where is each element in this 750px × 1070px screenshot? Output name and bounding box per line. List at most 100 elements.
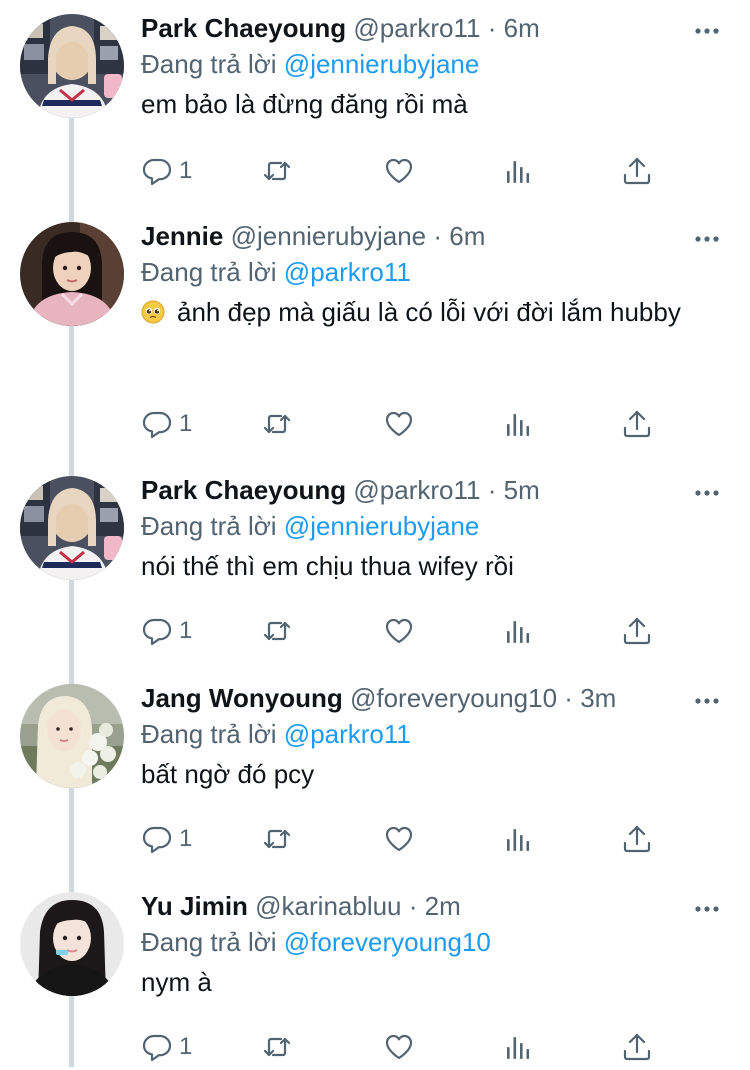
reply-icon: [141, 615, 173, 647]
avatar[interactable]: [20, 476, 124, 580]
retweet-button[interactable]: [261, 822, 293, 856]
time-separator: ·: [487, 475, 497, 505]
replying-to-mention[interactable]: @jennierubyjane: [284, 49, 480, 79]
replying-to-mention[interactable]: @jennierubyjane: [284, 511, 480, 541]
heart-icon: [383, 823, 415, 855]
replying-to-label: Đang trả lời: [141, 511, 277, 541]
share-button[interactable]: [621, 1030, 653, 1064]
timestamp[interactable]: 3m: [580, 683, 616, 713]
avatar[interactable]: [20, 14, 124, 118]
tweet-text-content: ảnh đẹp mà giấu là có lỗi với đời lắm hu…: [177, 297, 681, 327]
replying-to-label: Đang trả lời: [141, 49, 277, 79]
views-button[interactable]: [503, 154, 535, 188]
views-button[interactable]: [503, 614, 535, 648]
tweet-text-content: bất ngờ đó pcy: [141, 759, 315, 789]
reply-count: 1: [179, 157, 193, 184]
views-button[interactable]: [503, 822, 535, 856]
reply-count: 1: [179, 825, 193, 852]
display-name[interactable]: Park Chaeyoung: [141, 475, 346, 505]
reply-tweet[interactable]: Jennie @jennierubyjane · 6m Đang trả lời …: [0, 219, 750, 447]
tweet-text: ảnh đẹp mà giấu là có lỗi với đời lắm hu…: [141, 294, 701, 330]
more-dots-icon[interactable]: [694, 226, 720, 252]
user-handle[interactable]: @jennierubyjane: [231, 221, 427, 251]
views-chart-icon: [503, 1031, 535, 1063]
display-name[interactable]: Yu Jimin: [141, 891, 248, 921]
more-dots-icon[interactable]: [694, 18, 720, 44]
timestamp[interactable]: 2m: [425, 891, 461, 921]
timestamp[interactable]: 6m: [504, 13, 540, 43]
time-separator: ·: [433, 221, 443, 251]
reply-count: 1: [179, 1033, 193, 1060]
tweet-header: Yu Jimin @karinabluu · 2m: [141, 889, 461, 923]
reply-button[interactable]: 1: [141, 614, 192, 648]
share-icon: [621, 615, 653, 647]
display-name[interactable]: Park Chaeyoung: [141, 13, 346, 43]
reply-button[interactable]: 1: [141, 154, 192, 188]
timestamp[interactable]: 5m: [504, 475, 540, 505]
tweet-actions: 1: [141, 822, 701, 856]
pleading-face-emoji-icon: [141, 297, 165, 324]
like-button[interactable]: [383, 154, 415, 188]
replying-to-mention[interactable]: @parkro11: [284, 257, 411, 287]
reply-tweet[interactable]: Park Chaeyoung @parkro11 · 6m Đang trả lờ…: [0, 11, 750, 194]
retweet-button[interactable]: [261, 1030, 293, 1064]
retweet-button[interactable]: [261, 614, 293, 648]
timestamp[interactable]: 6m: [449, 221, 485, 251]
display-name[interactable]: Jang Wonyoung: [141, 683, 343, 713]
like-button[interactable]: [383, 614, 415, 648]
replying-to-label: Đang trả lời: [141, 257, 277, 287]
more-dots-icon[interactable]: [694, 688, 720, 714]
reply-button[interactable]: 1: [141, 822, 192, 856]
avatar[interactable]: [20, 892, 124, 996]
views-button[interactable]: [503, 1030, 535, 1064]
share-button[interactable]: [621, 822, 653, 856]
time-separator: ·: [487, 13, 497, 43]
tweet-header: Park Chaeyoung @parkro11 · 5m: [141, 473, 540, 507]
replying-to-label: Đang trả lời: [141, 927, 277, 957]
retweet-icon: [261, 823, 293, 855]
reply-tweet[interactable]: Jang Wonyoung @foreveryoung10 · 3m Đang t…: [0, 681, 750, 862]
share-button[interactable]: [621, 407, 653, 441]
views-button[interactable]: [503, 407, 535, 441]
replying-to: Đang trả lời @foreveryoung10: [141, 925, 491, 959]
share-button[interactable]: [621, 154, 653, 188]
replying-to-label: Đang trả lời: [141, 719, 277, 749]
share-icon: [621, 408, 653, 440]
tweet-text: nym à: [141, 964, 701, 1000]
tweet-header: Jennie @jennierubyjane · 6m: [141, 219, 485, 253]
like-button[interactable]: [383, 407, 415, 441]
user-handle[interactable]: @karinabluu: [255, 891, 401, 921]
user-handle[interactable]: @foreveryoung10: [350, 683, 557, 713]
tweet-header: Jang Wonyoung @foreveryoung10 · 3m: [141, 681, 616, 715]
reply-button[interactable]: 1: [141, 407, 192, 441]
reply-tweet[interactable]: Yu Jimin @karinabluu · 2m Đang trả lời @f…: [0, 889, 750, 1070]
more-dots-icon[interactable]: [694, 896, 720, 922]
tweet-text: bất ngờ đó pcy: [141, 756, 701, 792]
retweet-button[interactable]: [261, 407, 293, 441]
avatar[interactable]: [20, 222, 124, 326]
tweet-header: Park Chaeyoung @parkro11 · 6m: [141, 11, 540, 45]
heart-icon: [383, 155, 415, 187]
retweet-icon: [261, 408, 293, 440]
replying-to-mention[interactable]: @foreveryoung10: [284, 927, 491, 957]
like-button[interactable]: [383, 1030, 415, 1064]
tweet-actions: 1: [141, 407, 701, 441]
reply-count: 1: [179, 617, 193, 644]
retweet-icon: [261, 1031, 293, 1063]
retweet-button[interactable]: [261, 154, 293, 188]
avatar[interactable]: [20, 684, 124, 788]
more-dots-icon[interactable]: [694, 480, 720, 506]
user-handle[interactable]: @parkro11: [353, 475, 480, 505]
user-handle[interactable]: @parkro11: [353, 13, 480, 43]
display-name[interactable]: Jennie: [141, 221, 223, 251]
tweet-actions: 1: [141, 614, 701, 648]
replying-to: Đang trả lời @jennierubyjane: [141, 47, 479, 81]
share-button[interactable]: [621, 614, 653, 648]
like-button[interactable]: [383, 822, 415, 856]
reply-count: 1: [179, 410, 193, 437]
share-icon: [621, 1031, 653, 1063]
replying-to-mention[interactable]: @parkro11: [284, 719, 411, 749]
tweet-text-content: em bảo là đừng đăng rồi mà: [141, 89, 468, 119]
reply-tweet[interactable]: Park Chaeyoung @parkro11 · 5m Đang trả lờ…: [0, 473, 750, 654]
reply-button[interactable]: 1: [141, 1030, 192, 1064]
